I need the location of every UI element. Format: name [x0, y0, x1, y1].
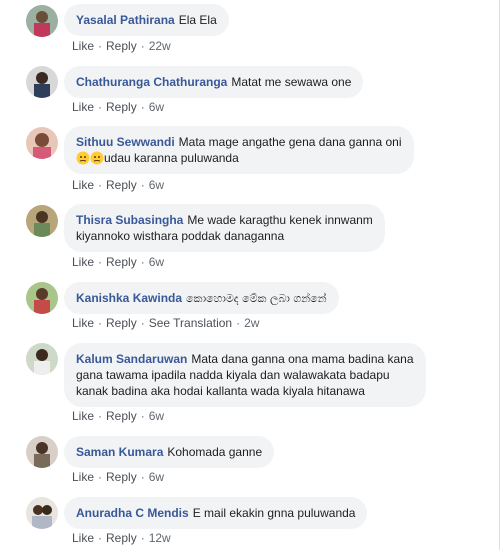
like-link[interactable]: Like: [72, 316, 94, 330]
comment-bubble: Kanishka Kawinda කොහොමද මේක ලබා ගන්නේ: [64, 282, 339, 314]
comment-author[interactable]: Thisra Subasingha: [76, 213, 183, 227]
separator: ·: [140, 39, 145, 53]
separator: ·: [140, 178, 145, 192]
comment-time[interactable]: 12w: [149, 531, 171, 545]
avatar-photo-icon: [26, 66, 58, 98]
separator: ·: [140, 255, 145, 269]
comment-actions: Like · Reply · 22w: [72, 39, 171, 53]
separator: ·: [140, 531, 145, 545]
comment-actions: Like · Reply · 12w: [72, 531, 171, 545]
avatar-photo-icon: [26, 205, 58, 237]
comment-text-line2: kiyannoko wisthara poddak danaganna: [76, 229, 285, 243]
comment-text: Me wade karagthu kenek innwanm: [187, 213, 373, 227]
comment-text-line3: kanak badina aka hodai kallanta wada kiy…: [76, 384, 365, 398]
separator: ·: [98, 39, 103, 53]
reply-link[interactable]: Reply: [106, 100, 137, 114]
comment-text: කොහොමද මේක ලබා ගන්නේ: [186, 292, 327, 305]
comment-bubble: Chathuranga Chathuranga Matat me sewawa o…: [64, 66, 364, 98]
avatar-photo-icon: [26, 343, 58, 375]
separator: ·: [140, 100, 145, 114]
avatar-photo-icon: [26, 436, 58, 468]
comment-actions: Like · Reply · 6w: [72, 409, 164, 423]
avatar[interactable]: [26, 66, 58, 98]
separator: ·: [98, 531, 103, 545]
comment-bubble: Sithuu Sewwandi Mata mage angathe gena da…: [64, 126, 414, 174]
comment-author[interactable]: Saman Kumara: [76, 445, 163, 459]
comment-text: Matat me sewawa one: [231, 75, 352, 89]
reply-link[interactable]: Reply: [106, 178, 137, 192]
comment-author[interactable]: Yasalal Pathirana: [76, 13, 175, 27]
comment-time[interactable]: 2w: [244, 316, 259, 330]
avatar[interactable]: [26, 282, 58, 314]
avatar[interactable]: [26, 436, 58, 468]
comment-bubble: Kalum Sandaruwan Mata dana ganna ona mama…: [64, 343, 426, 407]
separator: ·: [140, 316, 145, 330]
reply-link[interactable]: Reply: [106, 470, 137, 484]
avatar[interactable]: [26, 127, 58, 159]
avatar[interactable]: [26, 5, 58, 37]
see-translation-link[interactable]: See Translation: [149, 316, 232, 330]
separator: ·: [98, 470, 103, 484]
comment-time[interactable]: 6w: [149, 409, 164, 423]
comment-text-line2: udau karanna puluwanda: [104, 151, 239, 165]
avatar[interactable]: [26, 497, 58, 529]
avatar[interactable]: [26, 343, 58, 375]
comment-author[interactable]: Anuradha C Mendis: [76, 506, 189, 520]
like-link[interactable]: Like: [72, 39, 94, 53]
comment-actions: Like · Reply · 6w: [72, 255, 164, 269]
avatar-photo-icon: [26, 282, 58, 314]
avatar-photo-icon: [26, 497, 58, 529]
comment-bubble: Thisra Subasingha Me wade karagthu kenek …: [64, 204, 385, 252]
like-link[interactable]: Like: [72, 531, 94, 545]
comment-text: Mata dana ganna ona mama badina kana: [191, 352, 414, 366]
comment-author[interactable]: Chathuranga Chathuranga: [76, 75, 227, 89]
separator: ·: [98, 255, 103, 269]
comment-text: E mail ekakin gnna puluwanda: [192, 506, 356, 520]
comment-bubble: Anuradha C Mendis E mail ekakin gnna pulu…: [64, 497, 368, 529]
avatar-photo-icon: [26, 127, 58, 159]
comment-actions: Like · Reply · 6w: [72, 100, 164, 114]
separator: ·: [236, 316, 241, 330]
comment-text-line2: gana tawama ipadila nadda kiyala dan wal…: [76, 368, 390, 382]
separator: ·: [140, 409, 145, 423]
comment-actions: Like · Reply · See Translation · 2w: [72, 316, 259, 330]
separator: ·: [140, 470, 145, 484]
reply-link[interactable]: Reply: [106, 255, 137, 269]
comment-text: Kohomada ganne: [167, 445, 263, 459]
comment-author[interactable]: Kalum Sandaruwan: [76, 352, 187, 366]
reply-link[interactable]: Reply: [106, 39, 137, 53]
separator: ·: [98, 316, 103, 330]
reply-link[interactable]: Reply: [106, 316, 137, 330]
avatar[interactable]: [26, 205, 58, 237]
comment-actions: Like · Reply · 6w: [72, 178, 164, 192]
like-link[interactable]: Like: [72, 255, 94, 269]
comment-time[interactable]: 22w: [149, 39, 171, 53]
comment-time[interactable]: 6w: [149, 178, 164, 192]
reply-link[interactable]: Reply: [106, 409, 137, 423]
reply-link[interactable]: Reply: [106, 531, 137, 545]
comment-text: Mata mage angathe gena dana ganna oni: [178, 135, 402, 149]
like-link[interactable]: Like: [72, 100, 94, 114]
separator: ·: [98, 178, 103, 192]
comment-time[interactable]: 6w: [149, 100, 164, 114]
avatar-photo-icon: [26, 5, 58, 37]
comment-time[interactable]: 6w: [149, 255, 164, 269]
comment-time[interactable]: 6w: [149, 470, 164, 484]
like-link[interactable]: Like: [72, 470, 94, 484]
comment-bubble: Yasalal Pathirana Ela Ela: [64, 4, 229, 36]
thinking-face-emoji-icon: [90, 151, 104, 169]
thinking-face-emoji-icon: [76, 151, 90, 169]
comment-text: Ela Ela: [178, 13, 217, 27]
comment-author[interactable]: Sithuu Sewwandi: [76, 135, 175, 149]
separator: ·: [98, 100, 103, 114]
comment-actions: Like · Reply · 6w: [72, 470, 164, 484]
like-link[interactable]: Like: [72, 178, 94, 192]
like-link[interactable]: Like: [72, 409, 94, 423]
comment-bubble: Saman Kumara Kohomada ganne: [64, 436, 275, 468]
separator: ·: [98, 409, 103, 423]
comment-author[interactable]: Kanishka Kawinda: [76, 291, 182, 305]
